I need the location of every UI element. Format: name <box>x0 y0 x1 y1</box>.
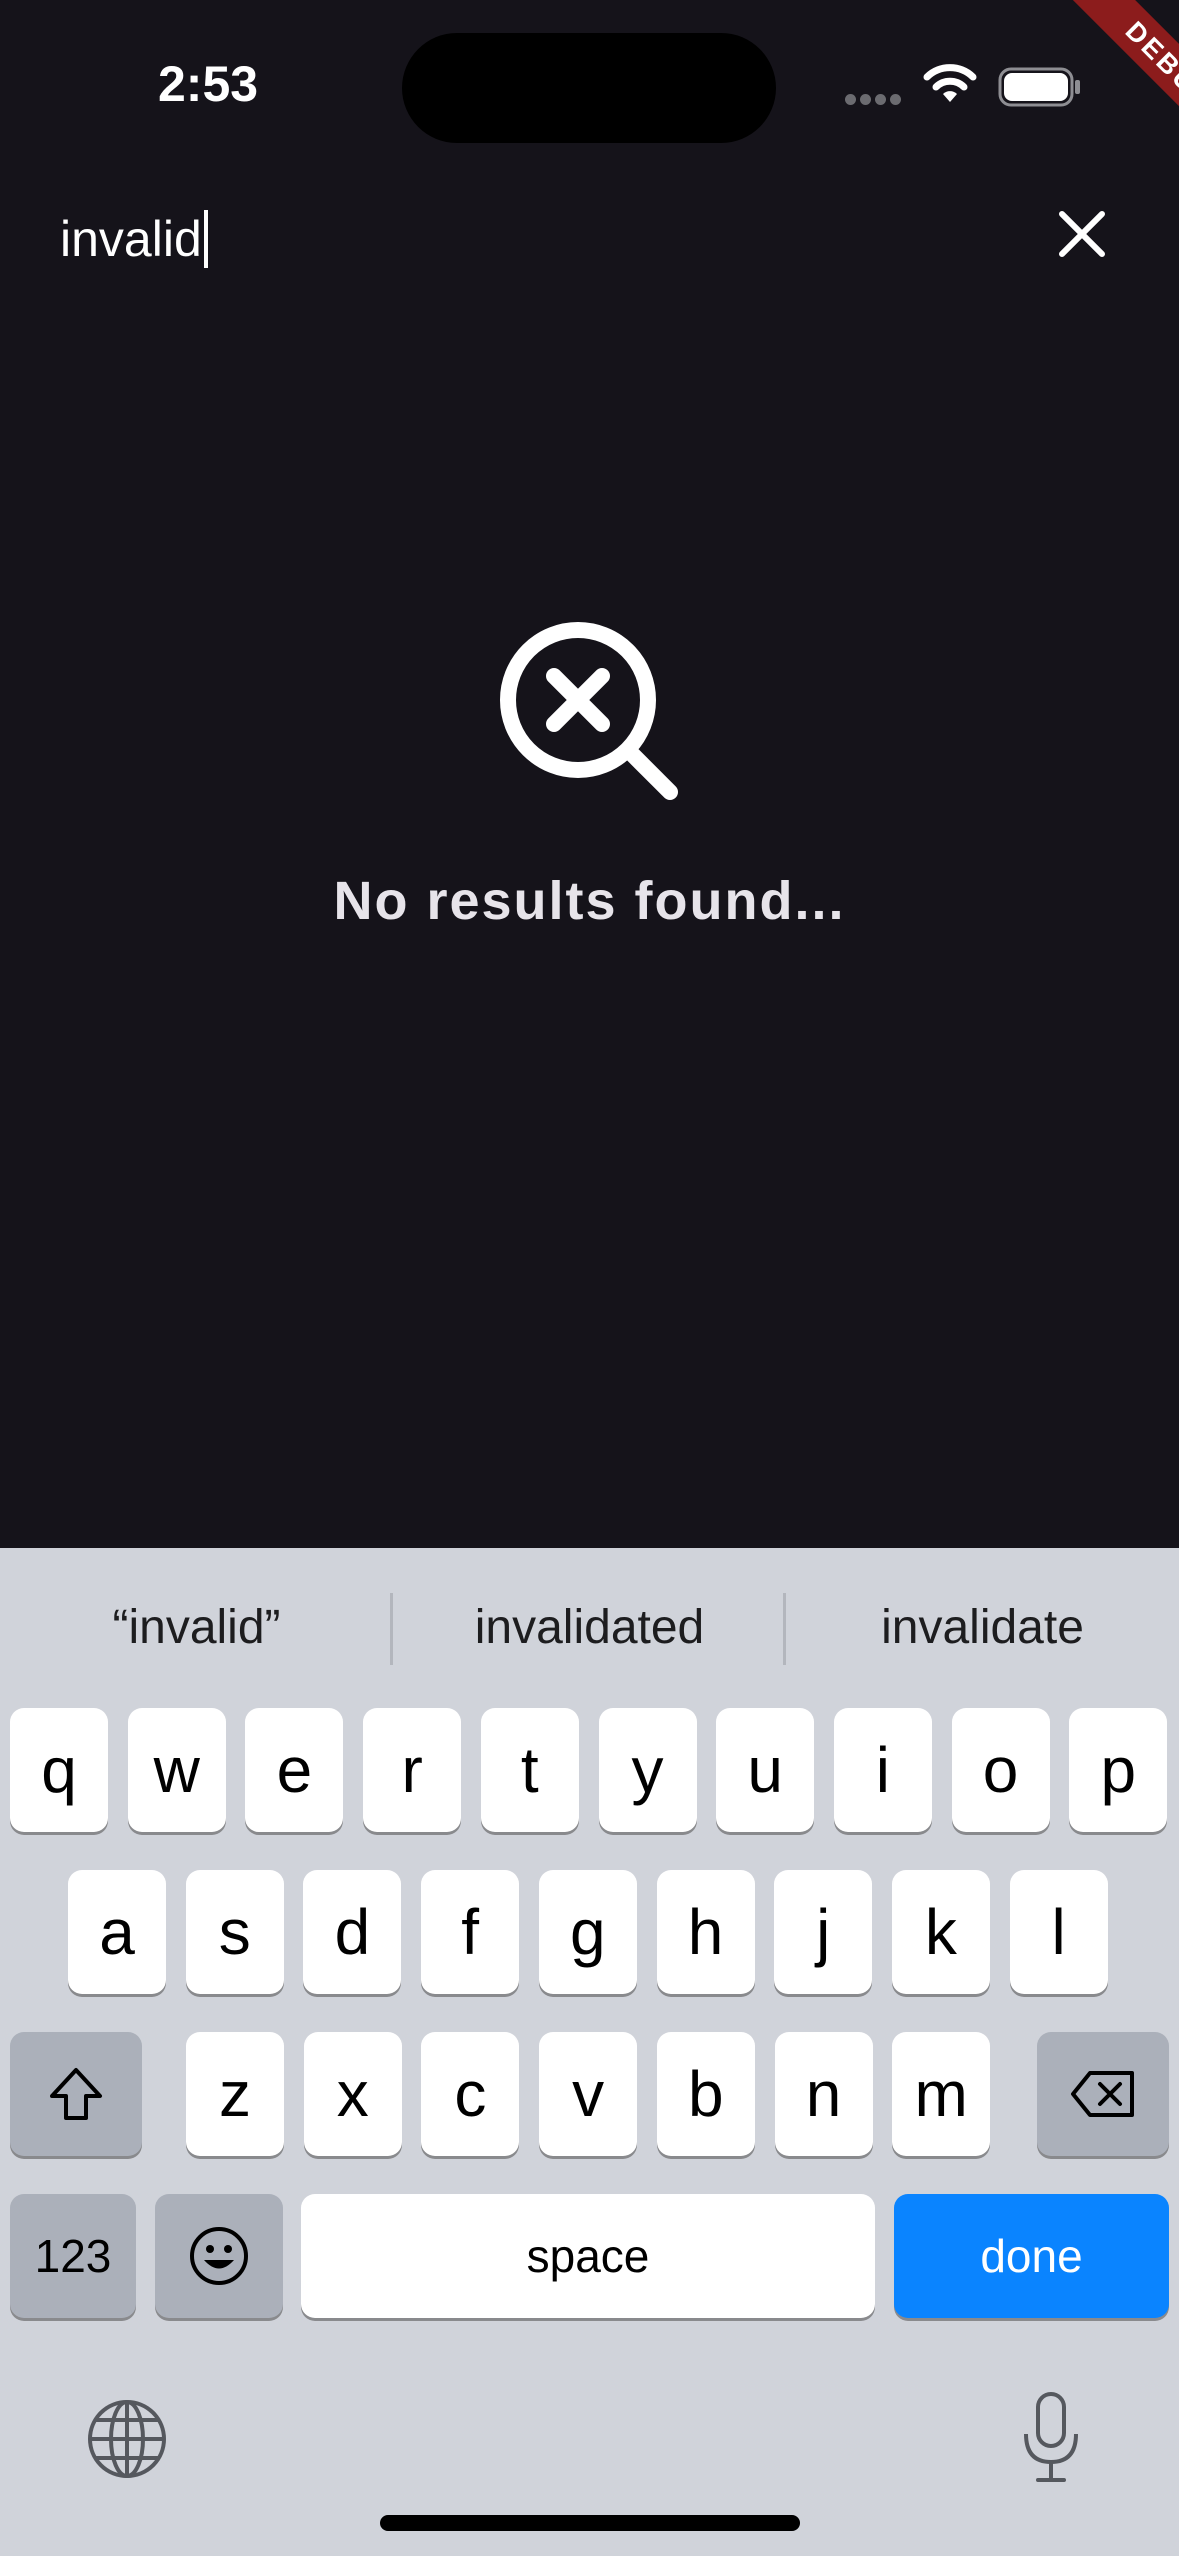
key-s[interactable]: s <box>185 1870 284 1994</box>
emoji-key[interactable] <box>155 2194 283 2318</box>
key-p[interactable]: p <box>1069 1708 1168 1832</box>
key-j[interactable]: j <box>774 1870 873 1994</box>
key-c[interactable]: c <box>421 2032 520 2156</box>
text-caret <box>203 210 208 268</box>
key-n[interactable]: n <box>774 2032 873 2156</box>
key-t[interactable]: t <box>480 1708 579 1832</box>
key-z[interactable]: z <box>186 2032 284 2156</box>
search-input[interactable]: invalid <box>60 204 208 274</box>
key-f[interactable]: f <box>421 1870 520 1994</box>
suggestion-bar: “invalid” invalidated invalidate <box>0 1583 1179 1673</box>
suggestion-item[interactable]: invalidated <box>393 1583 786 1673</box>
debug-label: DEBUG <box>1048 0 1179 179</box>
suggestion-item[interactable]: “invalid” <box>0 1583 393 1673</box>
key-d[interactable]: d <box>303 1870 402 1994</box>
cellular-signal-icon <box>845 92 905 110</box>
key-b[interactable]: b <box>656 2032 755 2156</box>
search-bar: invalid <box>0 190 1179 286</box>
suggestion-item[interactable]: invalidate <box>786 1583 1179 1673</box>
backspace-key[interactable] <box>1037 2032 1169 2156</box>
key-k[interactable]: k <box>891 1870 990 1994</box>
wifi-icon <box>923 64 977 102</box>
search-query-text: invalid <box>60 211 202 267</box>
key-a[interactable]: a <box>68 1870 166 1994</box>
numbers-key[interactable]: 123 <box>10 2194 136 2318</box>
no-results-message: No results found... <box>333 871 846 931</box>
key-l[interactable]: l <box>1009 1870 1108 1994</box>
space-key[interactable]: space <box>301 2194 875 2318</box>
key-y[interactable]: y <box>598 1708 697 1832</box>
globe-icon[interactable] <box>86 2398 168 2480</box>
key-o[interactable]: o <box>951 1708 1050 1832</box>
key-i[interactable]: i <box>833 1708 932 1832</box>
key-g[interactable]: g <box>538 1870 637 1994</box>
key-r[interactable]: r <box>363 1708 462 1832</box>
key-v[interactable]: v <box>539 2032 638 2156</box>
status-time: 2:53 <box>158 56 259 112</box>
shift-icon <box>50 2068 102 2120</box>
emoji-icon <box>190 2227 248 2285</box>
done-key[interactable]: done <box>894 2194 1169 2318</box>
key-h[interactable]: h <box>656 1870 755 1994</box>
shift-key[interactable] <box>10 2032 142 2156</box>
key-e[interactable]: e <box>245 1708 344 1832</box>
key-q[interactable]: q <box>10 1708 108 1832</box>
key-x[interactable]: x <box>303 2032 402 2156</box>
backspace-icon <box>1071 2071 1134 2117</box>
keyboard: “invalid” invalidated invalidate qwertyu… <box>0 1548 1179 2556</box>
home-indicator <box>380 2515 800 2531</box>
key-w[interactable]: w <box>127 1708 226 1832</box>
key-u[interactable]: u <box>716 1708 815 1832</box>
search-off-icon <box>500 622 678 800</box>
microphone-icon[interactable] <box>1018 2390 1084 2486</box>
dynamic-island <box>402 33 776 143</box>
key-m[interactable]: m <box>892 2032 991 2156</box>
close-icon[interactable] <box>1054 206 1110 262</box>
debug-banner: DEBUG <box>1000 0 1179 179</box>
